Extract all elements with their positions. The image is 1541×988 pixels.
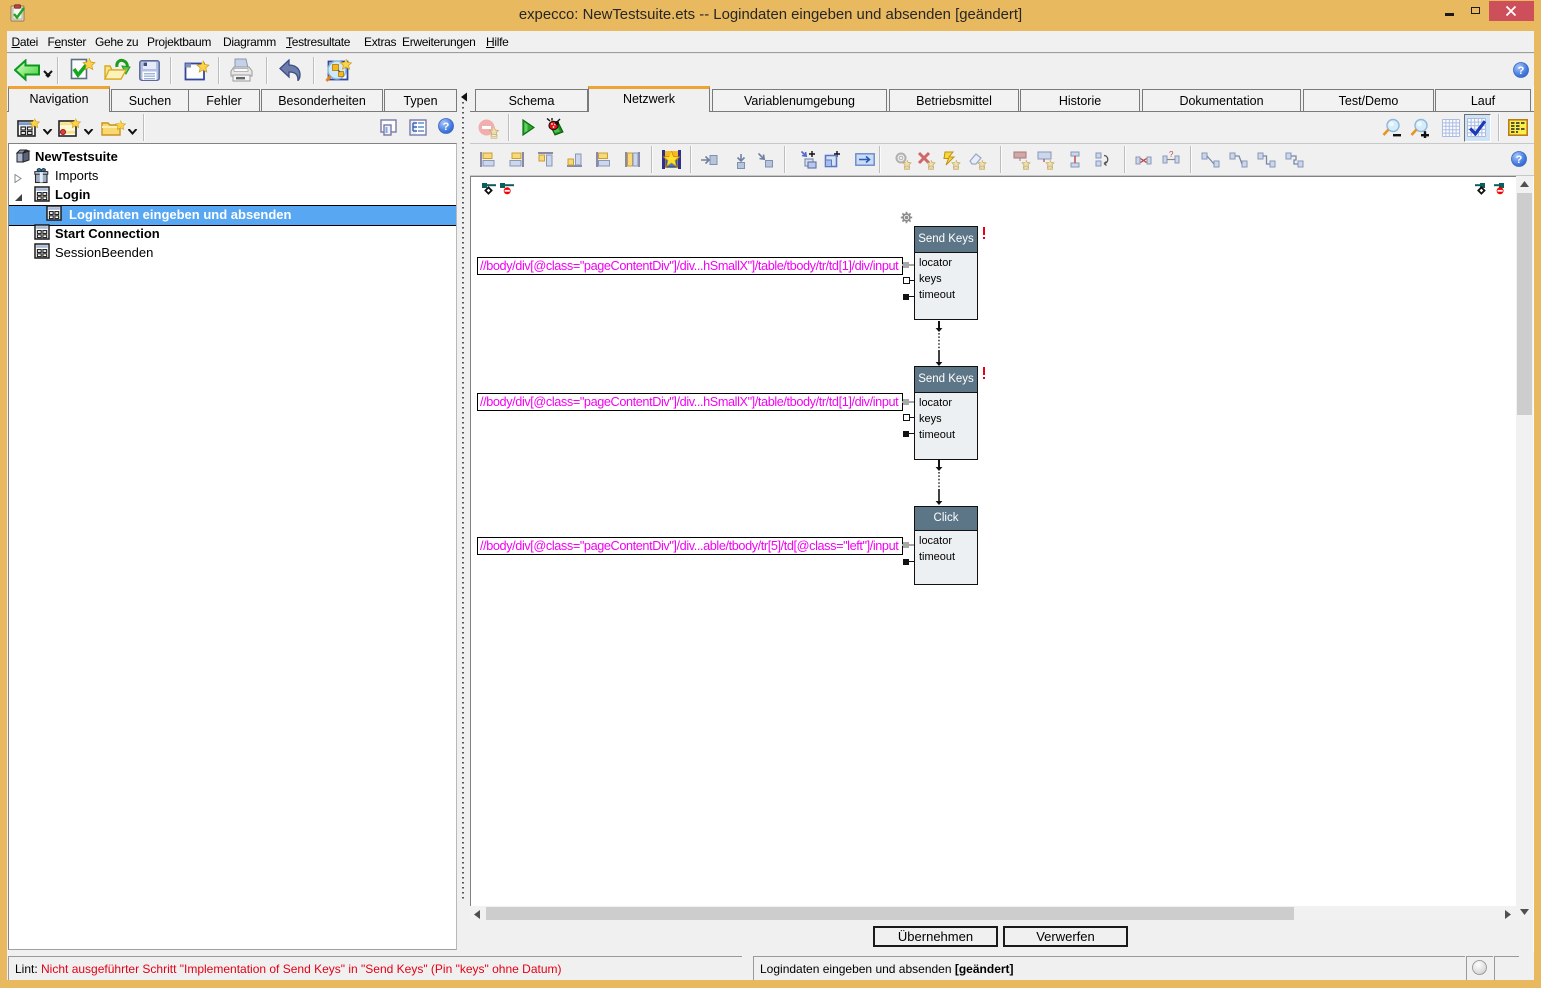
svg-text:?: ? — [1518, 65, 1525, 77]
svg-text:?: ? — [443, 121, 450, 133]
svg-text:?: ? — [1516, 154, 1523, 166]
svg-text:?: ? — [1169, 151, 1174, 159]
